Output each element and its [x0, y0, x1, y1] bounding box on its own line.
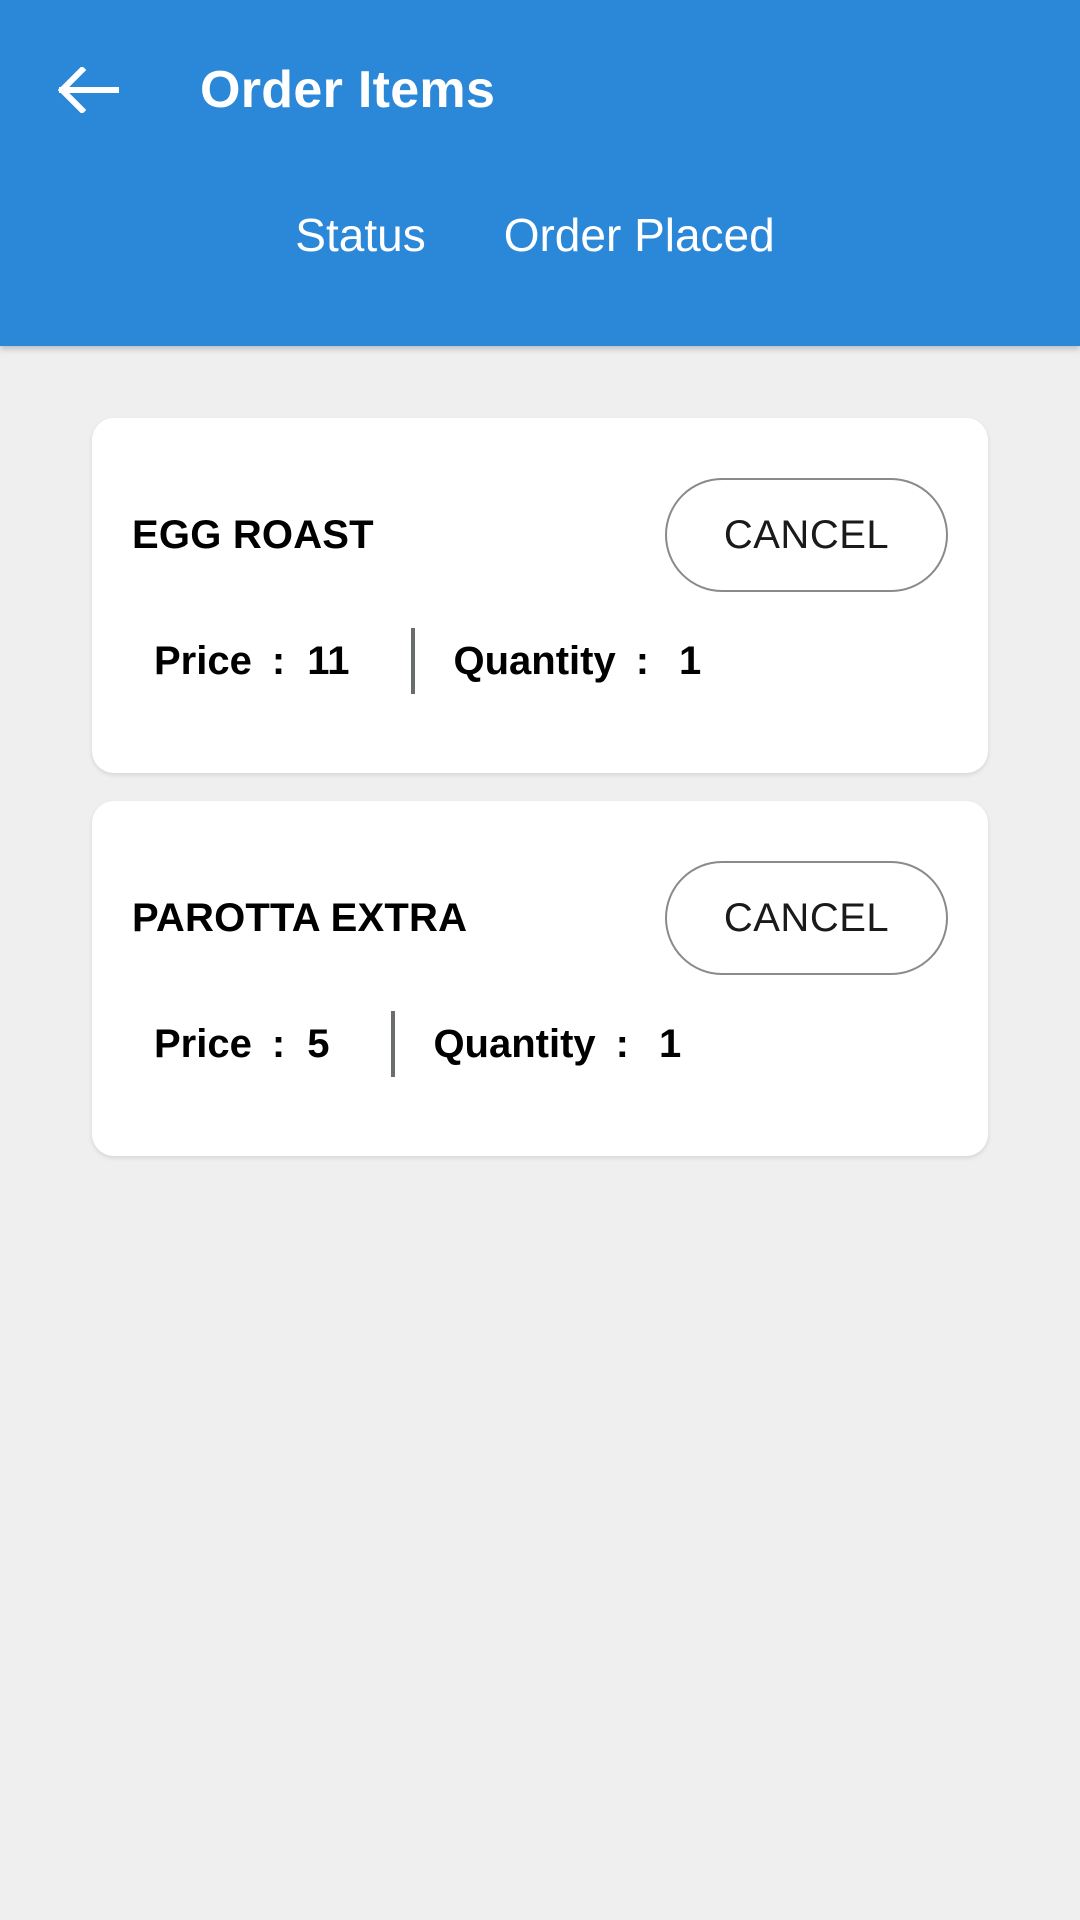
order-status-row: Status Order Placed — [0, 180, 1080, 290]
quantity-group: Quantity : 1 — [453, 641, 701, 681]
price-value: 11 — [307, 639, 350, 683]
order-items-list: EGG ROAST CANCEL Price : 11 Quantity : 1… — [0, 346, 1080, 1156]
quantity-group: Quantity : 1 — [433, 1024, 681, 1064]
price-colon: : — [271, 1022, 286, 1066]
order-item-details: Price : 11 Quantity : 1 — [132, 606, 948, 716]
cancel-button-label: CANCEL — [723, 896, 890, 940]
order-item-header: PAROTTA EXTRA CANCEL — [132, 859, 948, 977]
price-label: Price — [154, 1022, 252, 1066]
order-item-card: EGG ROAST CANCEL Price : 11 Quantity : 1 — [92, 418, 988, 773]
cancel-button[interactable]: CANCEL — [665, 478, 948, 592]
order-item-details: Price : 5 Quantity : 1 — [132, 989, 948, 1099]
back-button[interactable] — [52, 53, 126, 127]
quantity-value: 1 — [659, 1022, 682, 1066]
price-group: Price : 11 — [154, 641, 349, 681]
app-bar-top-row: Order Items — [0, 0, 1080, 180]
cancel-button[interactable]: CANCEL — [665, 861, 948, 975]
quantity-value: 1 — [679, 639, 702, 683]
cancel-button-label: CANCEL — [723, 513, 890, 557]
quantity-label: Quantity — [453, 639, 616, 683]
detail-divider — [391, 1011, 396, 1077]
price-group: Price : 5 — [154, 1024, 329, 1064]
order-item-card: PAROTTA EXTRA CANCEL Price : 5 Quantity … — [92, 801, 988, 1156]
app-bar: Order Items Status Order Placed — [0, 0, 1080, 346]
quantity-colon: : — [635, 639, 650, 683]
price-colon: : — [271, 639, 286, 683]
detail-divider — [411, 628, 416, 694]
status-label: Status — [295, 209, 426, 261]
status-value: Order Placed — [503, 209, 775, 261]
order-item-name: EGG ROAST — [132, 513, 374, 557]
quantity-label: Quantity — [433, 1022, 596, 1066]
price-label: Price — [154, 639, 252, 683]
quantity-colon: : — [615, 1022, 629, 1066]
price-value: 5 — [307, 1022, 330, 1066]
order-item-header: EGG ROAST CANCEL — [132, 476, 948, 594]
arrow-left-icon — [58, 67, 120, 113]
order-item-name: PAROTTA EXTRA — [132, 896, 468, 940]
page-title: Order Items — [200, 61, 496, 119]
